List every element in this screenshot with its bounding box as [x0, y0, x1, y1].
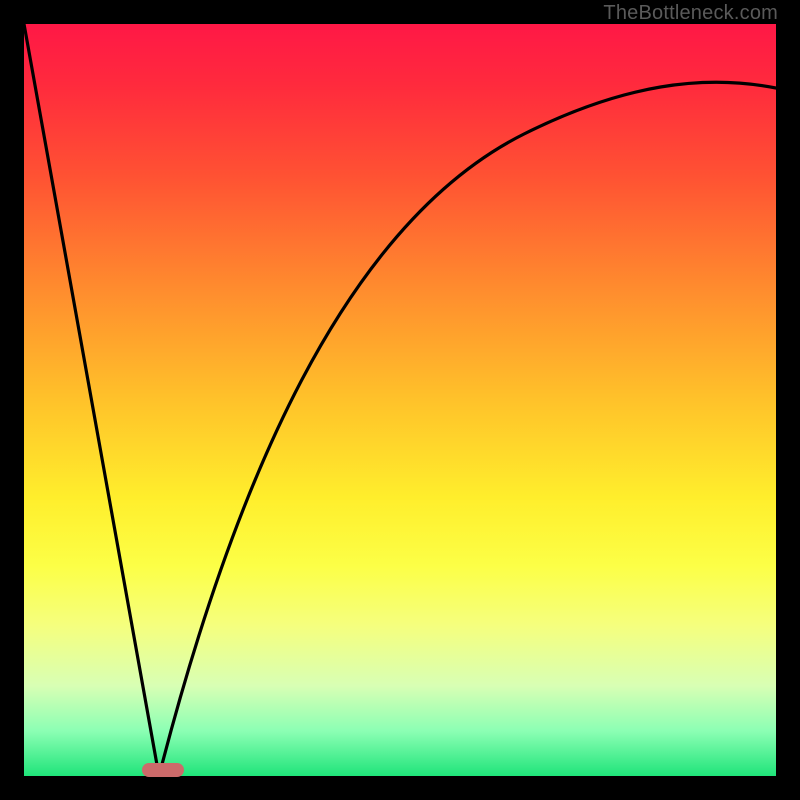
plot-area [24, 24, 776, 776]
curve-path [24, 24, 776, 776]
bottleneck-curve [24, 24, 776, 776]
watermark-label: TheBottleneck.com [603, 2, 778, 25]
chart-container: TheBottleneck.com [0, 0, 800, 800]
bottleneck-marker [142, 763, 184, 777]
